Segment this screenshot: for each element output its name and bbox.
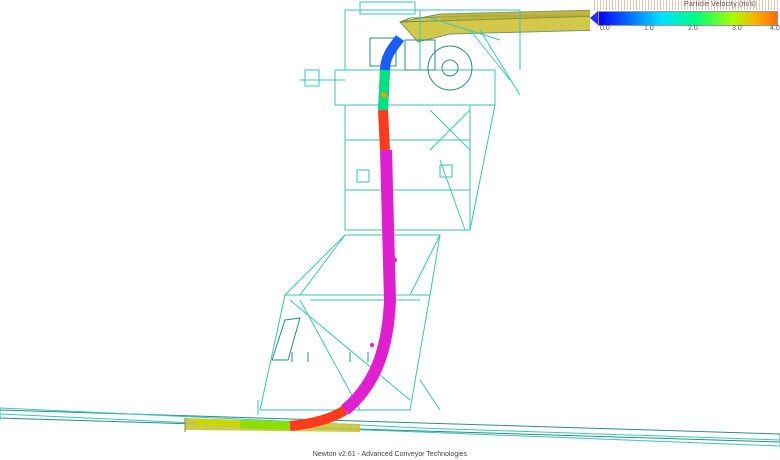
legend-tick: 4.0 bbox=[770, 25, 780, 32]
legend-pointer-icon bbox=[590, 11, 598, 25]
velocity-legend: Particle Velocity (m/s) 0.0 1.0 2.0 3.0 … bbox=[590, 0, 780, 34]
legend-tick: 3.0 bbox=[732, 25, 742, 32]
lower-chute-wireframe bbox=[257, 234, 441, 415]
legend-color-bar bbox=[598, 11, 778, 26]
legend-tick: 1.0 bbox=[644, 25, 654, 32]
app-footer: Newton v2.61 - Advanced Conveyor Technol… bbox=[312, 451, 468, 458]
particle-stream bbox=[194, 35, 405, 431]
receiving-conveyor bbox=[0, 407, 780, 447]
transfer-tower-wireframe bbox=[300, 1, 521, 231]
head-conveyor bbox=[399, 9, 601, 43]
legend-tick: 0.0 bbox=[600, 25, 610, 32]
legend-title: Particle Velocity (m/s) bbox=[684, 1, 756, 8]
simulation-viewport[interactable] bbox=[0, 0, 780, 460]
legend-tick: 2.0 bbox=[688, 25, 698, 32]
